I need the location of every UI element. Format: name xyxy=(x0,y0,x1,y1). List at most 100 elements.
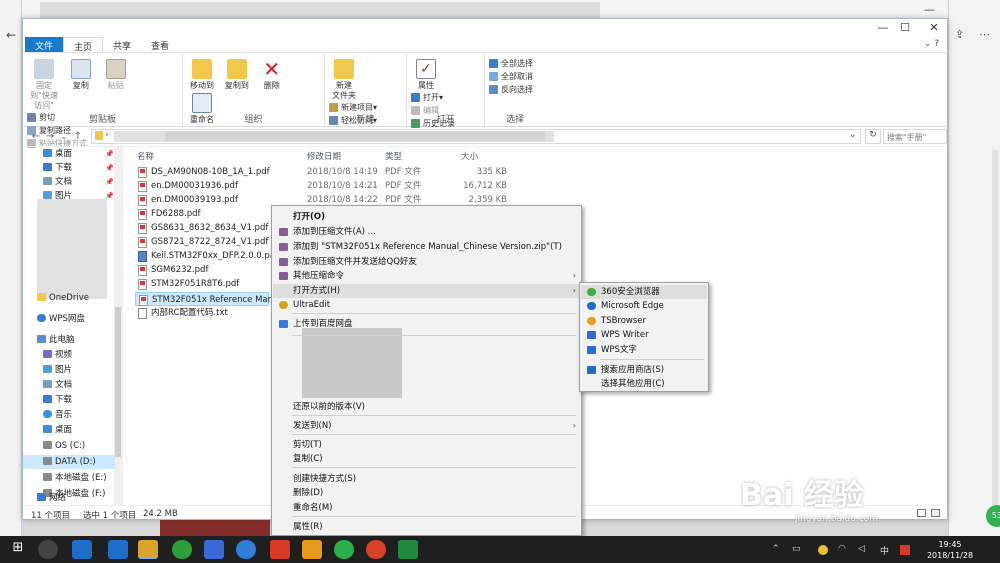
context-menu-item[interactable]: 其他压缩命令 › xyxy=(273,269,580,283)
forward-icon[interactable]: → xyxy=(43,131,57,142)
nav-item-music[interactable]: 音乐 xyxy=(43,408,72,422)
nav-item-downloads-quick[interactable]: 下载 📌 xyxy=(43,161,114,175)
file-row[interactable]: DS_AM90N08-10B_1A_1.pdf 2018/10/8 14:19 PD… xyxy=(135,165,555,179)
tab-file[interactable]: 文件 xyxy=(25,37,64,52)
nav-item-desktop[interactable]: 桌面 xyxy=(43,423,72,437)
open-with-item[interactable]: 选择其他应用(C) xyxy=(581,377,707,391)
360-taskbar-icon[interactable] xyxy=(172,540,192,559)
open-with-item[interactable]: 搜索应用商店(S) xyxy=(581,363,707,377)
nav-item-this-pc[interactable]: 此电脑 xyxy=(37,333,75,347)
column-size[interactable]: 大小 xyxy=(461,150,478,162)
back-arrow-icon[interactable]: ← xyxy=(6,28,16,42)
select-none-button[interactable]: 全部取消 xyxy=(489,70,533,83)
tray-chevron-icon[interactable]: ⌃ xyxy=(772,544,780,554)
open-with-item[interactable]: TSBrowser xyxy=(581,314,707,328)
wifi-tray-icon[interactable]: ◠ xyxy=(838,544,846,554)
open-with-item[interactable]: WPS文字 xyxy=(581,343,707,357)
background-scrollbar[interactable] xyxy=(992,150,998,510)
context-menu-item[interactable]: 创建快捷方式(S) xyxy=(273,472,580,486)
context-menu-item[interactable]: 添加到压缩文件(A) ... xyxy=(273,225,580,239)
context-menu-item[interactable]: 属性(R) xyxy=(273,520,580,534)
nav-item-drive-c[interactable]: OS (C:) xyxy=(43,439,85,453)
pin-quick-access-button[interactable]: 固定到"快速访问" xyxy=(27,57,61,111)
nav-item-videos[interactable]: 视频 xyxy=(43,348,72,362)
open-button[interactable]: 打开 ▾ xyxy=(411,91,455,104)
pin-icon[interactable]: 📌 xyxy=(105,161,114,175)
pin-icon[interactable]: 📌 xyxy=(105,189,114,203)
context-menu-item[interactable]: 剪切(T) xyxy=(273,438,580,452)
pin-icon[interactable]: 📌 xyxy=(105,175,114,189)
file-row[interactable]: en.DM00031936.pdf 2018/10/8 14:21 PDF 文件 16… xyxy=(135,179,555,193)
delete-button[interactable]: ✕ 删除 xyxy=(257,57,287,91)
column-type[interactable]: 类型 xyxy=(385,150,402,162)
copy-button[interactable]: 复制 xyxy=(66,57,96,91)
context-menu-item[interactable]: 复制(C) xyxy=(273,452,580,466)
search-input[interactable]: 搜索"手册" xyxy=(883,129,947,144)
taskbar-clock[interactable]: 19:45 2018/11/28 xyxy=(920,539,980,561)
bird-app-taskbar-icon[interactable] xyxy=(236,540,256,559)
explorer-maximize-icon[interactable]: ☐ xyxy=(890,21,920,34)
nav-item-desktop-quick[interactable]: 桌面 📌 xyxy=(43,147,114,161)
open-with-item[interactable]: WPS Writer xyxy=(581,328,707,342)
nav-item-pictures[interactable]: 图片 xyxy=(43,363,72,377)
tab-share[interactable]: 共享 xyxy=(103,37,141,52)
tray-app-icon[interactable] xyxy=(818,545,828,555)
file-row[interactable]: STM32F051x Reference Manual xyxy=(135,292,286,306)
context-menu-item[interactable]: 删除(D) xyxy=(273,486,580,500)
nav-item-documents-quick[interactable]: 文档 📌 xyxy=(43,175,114,189)
wps-pdf-taskbar-icon[interactable] xyxy=(270,540,290,559)
context-menu-item[interactable]: 打开(O) xyxy=(273,210,580,224)
ime-indicator[interactable]: 中 xyxy=(880,544,889,557)
file-explorer-taskbar-icon[interactable] xyxy=(138,540,158,559)
app-orange-taskbar-icon[interactable] xyxy=(302,540,322,559)
open-with-item[interactable]: Microsoft Edge xyxy=(581,299,707,313)
address-dropdown-icon[interactable]: ⌄ xyxy=(849,130,857,140)
ie-taskbar-icon[interactable] xyxy=(72,540,92,559)
tab-home[interactable]: 主页 xyxy=(63,37,104,53)
context-menu-item[interactable]: 添加到压缩文件并发送给QQ好友 xyxy=(273,255,580,269)
nav-item-downloads[interactable]: 下载 xyxy=(43,393,72,407)
wechat-taskbar-icon[interactable] xyxy=(334,540,354,559)
volume-tray-icon[interactable]: ◁ xyxy=(858,544,865,554)
nav-item-wps-cloud[interactable]: WPS网盘 xyxy=(37,312,85,326)
context-menu-item[interactable]: UltraEdit xyxy=(273,298,580,312)
chrome-taskbar-icon[interactable] xyxy=(366,540,386,559)
nav-scrollbar[interactable] xyxy=(114,147,122,505)
start-icon[interactable]: ⊞ xyxy=(8,540,28,559)
sogou-tray-icon[interactable] xyxy=(900,545,910,555)
network-tray-icon[interactable]: ▭ xyxy=(792,544,801,554)
pin-icon[interactable]: 📌 xyxy=(105,147,114,161)
context-menu-item[interactable]: 发送到(N) › xyxy=(273,419,580,433)
share-icon[interactable]: ⇪ xyxy=(955,28,964,41)
edge-taskbar-icon[interactable] xyxy=(108,540,128,559)
properties-button[interactable]: ✓ 属性 xyxy=(411,57,441,91)
context-menu-item[interactable]: 上传到百度网盘 xyxy=(273,317,580,331)
column-name[interactable]: 名称 xyxy=(137,150,154,162)
context-menu-item[interactable]: 打开方式(H) › xyxy=(273,284,580,298)
more-icon[interactable]: ⋯ xyxy=(979,28,990,41)
paste-button[interactable]: 粘贴 xyxy=(101,57,131,91)
column-date[interactable]: 修改日期 xyxy=(307,150,341,162)
keil-taskbar-icon[interactable] xyxy=(204,540,224,559)
select-all-button[interactable]: 全部选择 xyxy=(489,57,533,70)
up-icon[interactable]: ↑ xyxy=(71,131,85,142)
nav-item-pictures-quick[interactable]: 图片 📌 xyxy=(43,189,114,203)
nav-item-documents[interactable]: 文档 xyxy=(43,378,72,392)
context-menu-item[interactable]: 还原以前的版本(V) xyxy=(273,400,580,414)
minimize-icon[interactable]: — xyxy=(924,3,935,16)
context-menu-item[interactable]: 重命名(M) xyxy=(273,501,580,515)
nav-item-network[interactable]: 网络 xyxy=(37,491,66,505)
back-icon[interactable]: ← xyxy=(29,131,43,142)
large-icons-view-icon[interactable] xyxy=(931,509,940,517)
tab-view[interactable]: 查看 xyxy=(141,37,179,52)
explorer-close-icon[interactable]: ✕ xyxy=(919,21,947,34)
refresh-icon[interactable]: ↻ xyxy=(865,129,881,144)
details-view-icon[interactable] xyxy=(917,509,926,517)
excel-taskbar-icon[interactable] xyxy=(398,540,418,559)
nav-item-drive-d[interactable]: DATA (D:) xyxy=(23,455,115,469)
nav-item-drive-e[interactable]: 本地磁盘 (E:) xyxy=(43,471,107,485)
context-menu-item[interactable]: 添加到 "STM32F051x Reference Manual_Chinese… xyxy=(273,240,580,254)
open-with-item[interactable]: 360安全浏览器 xyxy=(581,285,707,299)
invert-selection-button[interactable]: 反向选择 xyxy=(489,83,533,96)
new-folder-button[interactable]: 新建 文件夹 xyxy=(329,57,359,101)
